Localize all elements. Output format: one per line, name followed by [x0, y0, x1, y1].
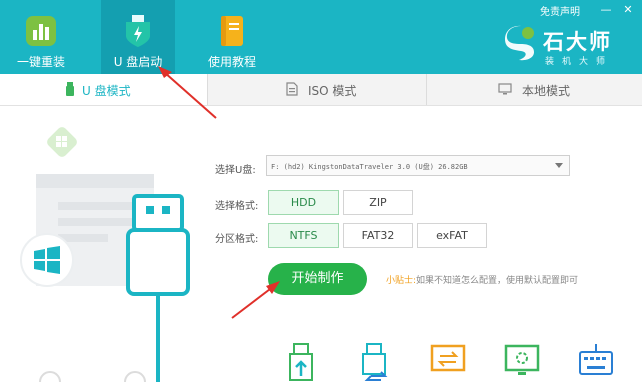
screen-swap-icon[interactable]: [430, 342, 466, 382]
usb-drive-value: F: (hd2) KingstonDataTraveler 3.0 (U盘) 2…: [271, 163, 468, 171]
app-logo: 石大师 装机大师: [503, 22, 633, 70]
logo-icon: [505, 25, 534, 61]
tab-local-mode[interactable]: 本地模式: [427, 74, 642, 105]
usb-shield-icon: [126, 15, 150, 47]
iso-file-icon: [286, 82, 298, 96]
tab-iso-mode[interactable]: ISO 模式: [208, 74, 426, 105]
partition-option-ntfs[interactable]: NTFS: [268, 223, 339, 248]
close-button[interactable]: ✕: [622, 3, 634, 16]
usb-drive-select[interactable]: F: (hd2) KingstonDataTraveler 3.0 (U盘) 2…: [266, 155, 570, 176]
tab-label: 本地模式: [522, 84, 571, 98]
keyboard-icon[interactable]: [578, 342, 614, 382]
nav-tutorial[interactable]: 使用教程: [196, 0, 268, 74]
tab-label: ISO 模式: [308, 84, 357, 98]
nav-one-click-reinstall[interactable]: 一键重装: [0, 0, 82, 74]
partition-option-fat32[interactable]: FAT32: [343, 223, 413, 248]
nav-label: 一键重装: [16, 55, 65, 69]
usb-select-label: 选择U盘:: [215, 165, 256, 176]
tab-label: U 盘模式: [82, 84, 131, 98]
nav-label: U 盘启动: [113, 55, 163, 69]
format-option-hdd[interactable]: HDD: [268, 190, 339, 215]
disclaimer-link[interactable]: 免责声明: [540, 3, 580, 18]
chevron-down-icon: [555, 163, 563, 168]
usb-upload-icon[interactable]: [284, 342, 320, 382]
decor-circle: [39, 371, 61, 382]
header-bar: 一键重装 U 盘启动 使用教程 免责声明 — ✕ 石大师 装机大师: [0, 0, 642, 74]
nav-usb-boot[interactable]: U 盘启动: [101, 0, 175, 74]
usb-illustration: [20, 127, 190, 382]
tab-usb-mode[interactable]: U 盘模式: [0, 74, 207, 105]
book-icon: [221, 16, 243, 46]
format-label: 选择格式:: [215, 201, 259, 212]
minimize-button[interactable]: —: [600, 3, 612, 16]
windows-logo-icon: [20, 233, 74, 287]
monitor-icon: [498, 83, 512, 95]
logo-title: 石大师: [543, 30, 612, 54]
tip-key: 小贴士:: [386, 276, 417, 286]
format-option-zip[interactable]: ZIP: [343, 190, 413, 215]
usb-plug-icon: [126, 194, 190, 382]
partition-option-exfat[interactable]: exFAT: [417, 223, 487, 248]
usb-stick-icon: [66, 82, 74, 96]
partition-label: 分区格式:: [215, 234, 259, 245]
bar-chart-icon: [26, 16, 56, 46]
logo-subtitle: 装机大师: [545, 57, 614, 67]
tip-message: 如果不知道怎么配置，使用默认配置即可: [416, 276, 579, 286]
tip-text: 小贴士:如果不知道怎么配置，使用默认配置即可: [386, 273, 578, 286]
nav-label: 使用教程: [207, 55, 256, 69]
mode-tabs: U 盘模式 ISO 模式 本地模式: [0, 74, 642, 106]
windows-diamond-icon: [47, 127, 77, 157]
decor-circle: [124, 371, 146, 382]
start-making-button[interactable]: 开始制作: [268, 263, 367, 295]
usb-transfer-icon[interactable]: [357, 342, 393, 382]
monitor-loading-icon[interactable]: [504, 342, 540, 382]
